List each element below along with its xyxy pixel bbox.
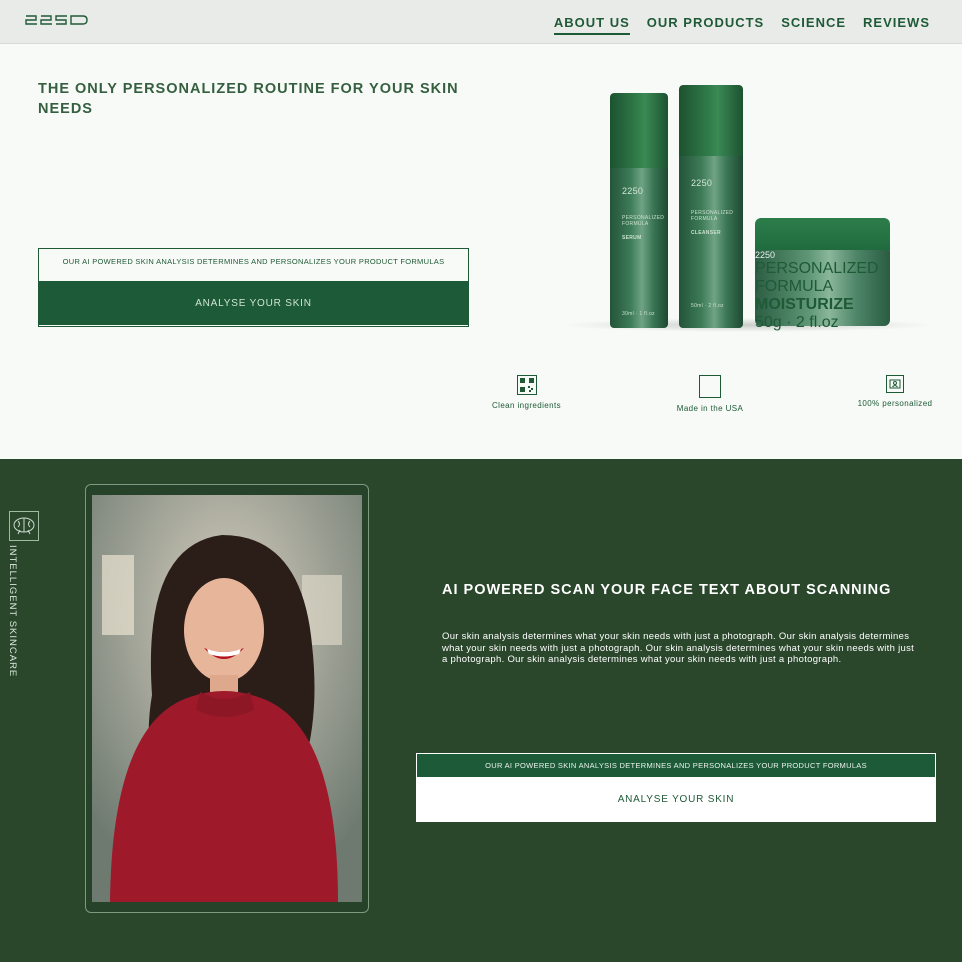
- analyse-skin-button-secondary[interactable]: ANALYSE YOUR SKIN: [417, 777, 935, 821]
- feature-clean-ingredients: Clean ingredients: [484, 375, 569, 410]
- nav-reviews[interactable]: REVIEWS: [863, 15, 930, 35]
- nav-about-us[interactable]: ABOUT US: [553, 15, 630, 35]
- logo-mark: [25, 15, 88, 25]
- moisturizer-size: 50g · 2 fl.oz: [755, 314, 839, 331]
- product-lineup-image: 2250 PERSONALIZED FORMULA SERUM 30ml · 1…: [555, 80, 940, 340]
- feature-made-in-usa: Made in the USA: [668, 375, 752, 413]
- cleanser-logo: 2250: [691, 178, 713, 188]
- hero-title: THE ONLY PERSONALIZED ROUTINE FOR YOUR S…: [38, 81, 459, 117]
- nav-science[interactable]: SCIENCE: [781, 15, 846, 35]
- side-label: INTELLIGENT SKINCARE: [7, 545, 18, 678]
- moisturizer-jar: 2250 PERSONALIZED FORMULA MOISTURIZE 50g…: [755, 250, 890, 331]
- scan-description: Our skin analysis determines what your s…: [442, 631, 915, 665]
- qr-code-icon: [516, 375, 537, 395]
- hero-cta-note: OUR AI POWERED SKIN ANALYSIS DETERMINES …: [39, 249, 468, 281]
- serum-logo: 2250: [622, 186, 644, 196]
- portrait-frame: [85, 484, 369, 913]
- serum-name: SERUM: [622, 235, 642, 241]
- serum-bottle: 2250 PERSONALIZED FORMULA SERUM 30ml · 1…: [610, 93, 668, 328]
- brand-logo[interactable]: [24, 12, 90, 28]
- cleanser-size: 50ml · 2 fl.oz: [691, 303, 724, 309]
- brain-icon: [9, 511, 39, 541]
- feature-row: Clean ingredients Made in the USA 100% p…: [470, 375, 950, 415]
- smiling-woman-photo: [92, 495, 362, 902]
- cleanser-bottle: 2250 PERSONALIZED FORMULA CLEANSER 50ml …: [679, 85, 743, 328]
- moisturizer-logo: 2250: [755, 250, 776, 260]
- scan-cta: OUR AI POWERED SKIN ANALYSIS DETERMINES …: [416, 753, 936, 822]
- scan-section: INTELLIGENT SKINCARE AI POWERED SCAN YOU…: [0, 459, 962, 962]
- feature-personalized: 100% personalized: [850, 375, 940, 408]
- analyse-skin-button[interactable]: ANALYSE YOUR SKIN: [39, 281, 468, 325]
- cleanser-descriptor: PERSONALIZED FORMULA: [691, 210, 734, 222]
- personal-card-icon: [886, 375, 904, 393]
- feature-label: Clean ingredients: [491, 401, 562, 410]
- moisturizer-jar-lid: [755, 218, 890, 252]
- flag-icon: [699, 375, 721, 398]
- top-nav: ABOUT US OUR PRODUCTS SCIENCE REVIEWS: [0, 0, 962, 44]
- nav-our-products[interactable]: OUR PRODUCTS: [647, 15, 764, 35]
- scan-title: AI POWERED SCAN YOUR FACE TEXT ABOUT SCA…: [442, 582, 892, 598]
- cleanser-name: CLEANSER: [691, 230, 721, 236]
- scan-cta-note: OUR AI POWERED SKIN ANALYSIS DETERMINES …: [417, 754, 935, 777]
- feature-label: 100% personalized: [857, 399, 933, 408]
- moisturizer-name: MOISTURIZE: [755, 296, 854, 313]
- feature-label: Made in the USA: [676, 404, 744, 413]
- serum-descriptor: PERSONALIZED FORMULA: [622, 215, 665, 227]
- hero-cta: OUR AI POWERED SKIN ANALYSIS DETERMINES …: [38, 248, 469, 327]
- nav-links: ABOUT US OUR PRODUCTS SCIENCE REVIEWS: [553, 15, 930, 35]
- moisturizer-descriptor: PERSONALIZED FORMULA: [755, 260, 879, 295]
- serum-size: 30ml · 1 fl.oz: [622, 311, 655, 317]
